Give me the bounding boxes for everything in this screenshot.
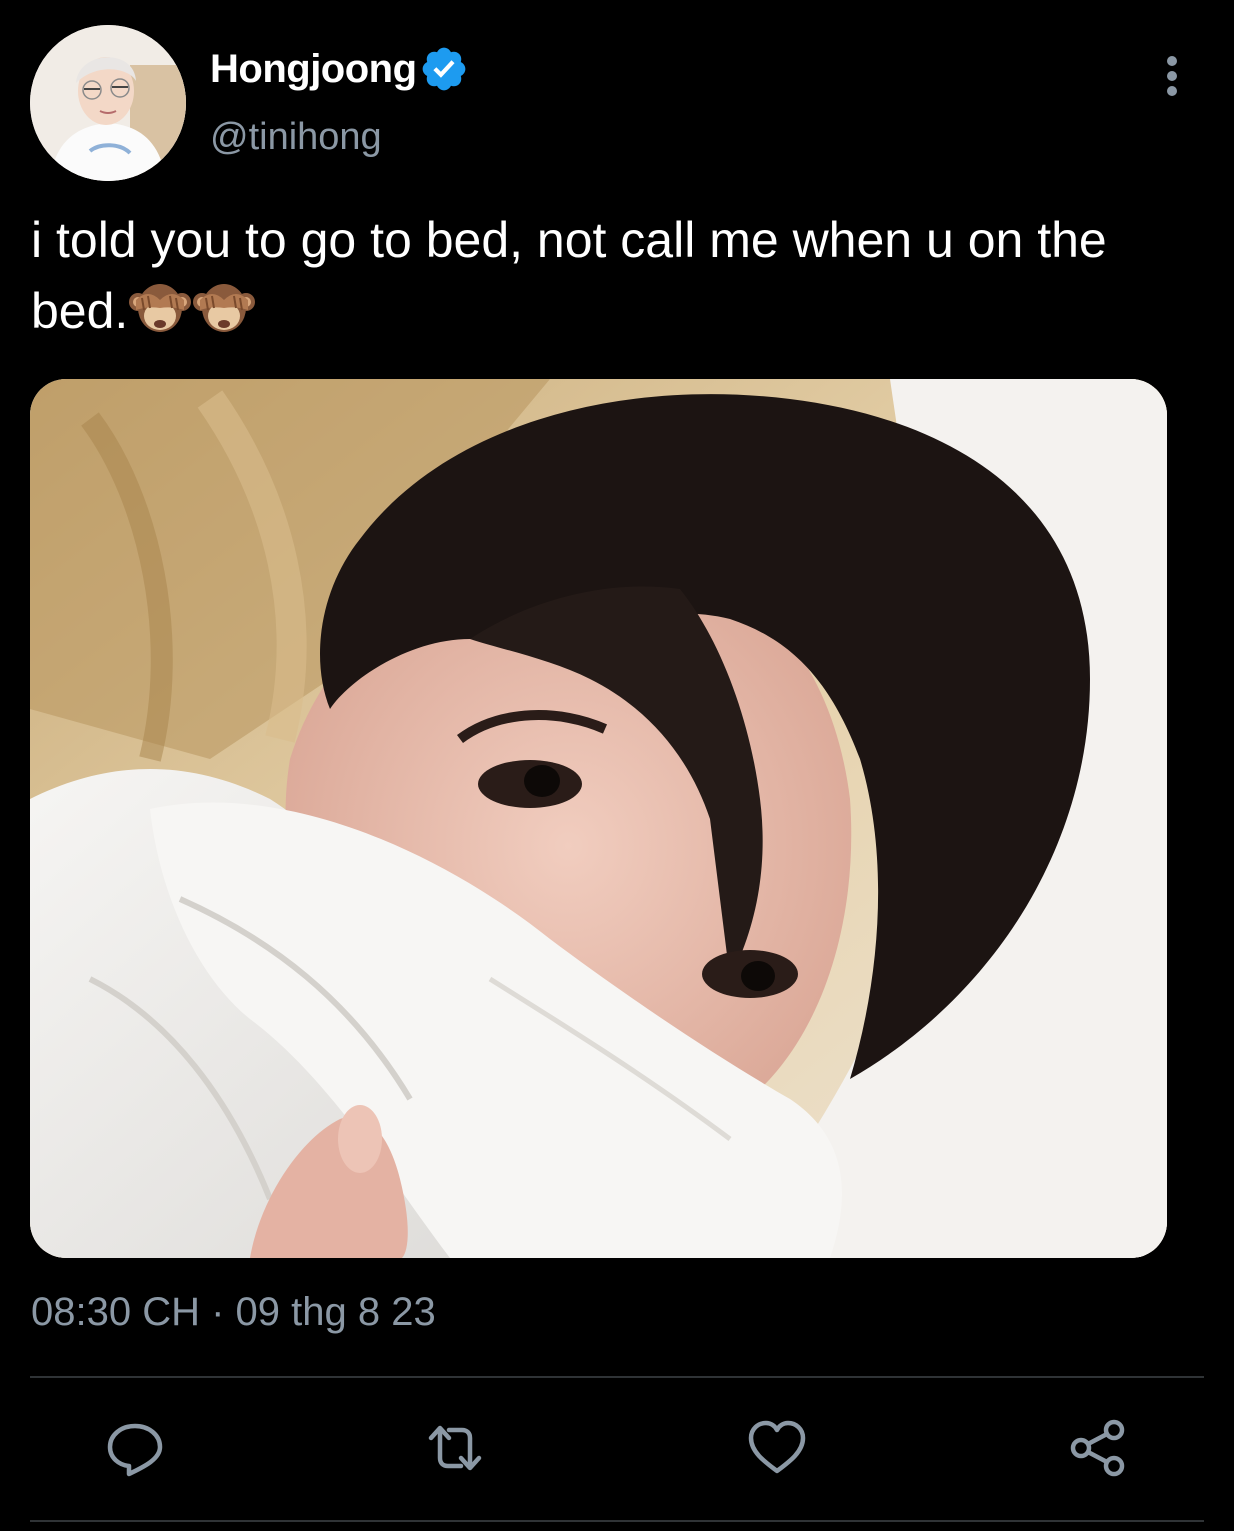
tweet-timestamp[interactable]: 08:30 CH · 09 thg 8 23 [31, 1290, 436, 1335]
retweet-icon [428, 1425, 482, 1471]
author-name-row[interactable]: Hongjoong [210, 42, 469, 96]
see-no-evil-monkey-icon [192, 278, 256, 338]
share-button[interactable] [1068, 1418, 1128, 1478]
reply-icon [107, 1423, 163, 1477]
display-name[interactable]: Hongjoong [210, 47, 417, 92]
divider [30, 1376, 1204, 1378]
share-icon [1070, 1419, 1125, 1477]
verified-badge-icon [419, 44, 469, 94]
author-avatar[interactable] [30, 25, 186, 181]
see-no-evil-monkey-icon [128, 278, 192, 338]
heart-icon [748, 1420, 806, 1474]
tweet-text: i told you to go to bed, not call me whe… [31, 205, 1211, 347]
bottom-divider [30, 1520, 1204, 1522]
retweet-button[interactable] [425, 1418, 485, 1478]
tweet-photo[interactable] [30, 379, 1167, 1258]
avatar-image [30, 25, 186, 181]
like-button[interactable] [747, 1418, 807, 1478]
author-handle[interactable]: @tinihong [210, 116, 382, 159]
photo-image [30, 379, 1167, 1258]
more-vertical-icon [1167, 56, 1177, 96]
more-options-button[interactable] [1150, 52, 1194, 100]
reply-button[interactable] [105, 1418, 165, 1478]
